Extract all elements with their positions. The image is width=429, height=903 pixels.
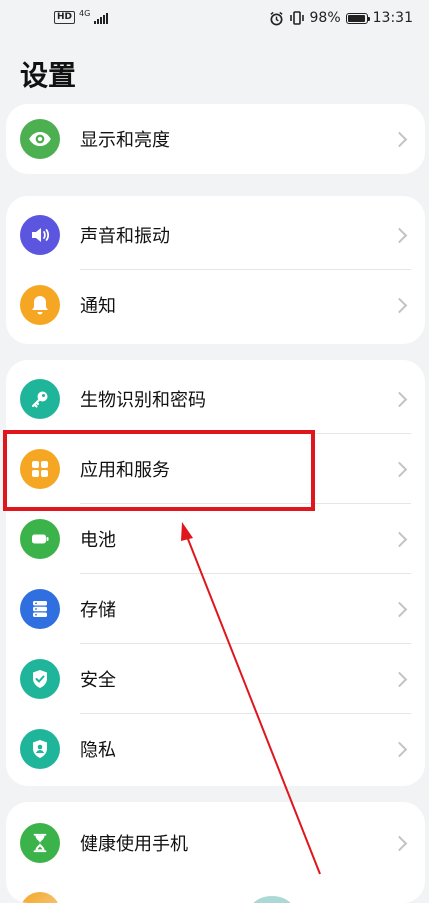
setting-label: 通知 <box>80 296 116 317</box>
settings-group-health: 健康使用手机 <box>6 802 425 903</box>
chevron-right-icon <box>391 461 408 477</box>
setting-item-battery[interactable]: 电池 <box>6 504 425 574</box>
setting-label: 存储 <box>80 600 116 621</box>
chevron-right-icon <box>391 835 408 851</box>
network-type: 4G <box>79 9 91 18</box>
privacy-icon <box>20 729 60 769</box>
partial-next-item-icon <box>20 892 60 903</box>
settings-group-display: 显示和亮度 <box>6 104 425 174</box>
setting-label: 隐私 <box>80 740 116 761</box>
bell-icon <box>20 285 60 325</box>
setting-label: 显示和亮度 <box>80 130 170 151</box>
eye-icon <box>20 119 60 159</box>
chevron-right-icon <box>391 297 408 313</box>
setting-label: 电池 <box>80 530 116 551</box>
speaker-icon <box>20 215 60 255</box>
status-left: HD 4G <box>54 9 109 24</box>
chevron-right-icon <box>391 741 408 757</box>
setting-item-display-brightness[interactable]: 显示和亮度 <box>6 104 425 174</box>
chevron-right-icon <box>391 671 408 687</box>
battery-icon <box>345 12 370 24</box>
storage-icon <box>20 589 60 629</box>
partial-next-item-graphic <box>250 896 294 903</box>
chevron-right-icon <box>391 531 408 547</box>
hourglass-icon <box>20 823 60 863</box>
setting-label: 健康使用手机 <box>80 834 188 855</box>
clock: 13:31 <box>372 10 413 26</box>
chevron-right-icon <box>391 601 408 617</box>
battery-icon <box>20 519 60 559</box>
chevron-right-icon <box>391 391 408 407</box>
shield-check-icon <box>20 659 60 699</box>
settings-group-sound: 声音和振动 通知 <box>6 196 425 344</box>
settings-group-apps-security: 生物识别和密码 应用和服务 电池 存储 安全 隐私 <box>6 360 425 786</box>
setting-item-digital-balance[interactable]: 健康使用手机 <box>6 808 425 878</box>
chevron-right-icon <box>391 227 408 243</box>
hd-indicator: HD <box>54 11 76 24</box>
status-bar: HD 4G 98% 13:31 <box>0 0 429 40</box>
signal-icon <box>94 12 109 24</box>
setting-label: 生物识别和密码 <box>80 390 206 411</box>
alarm-icon <box>269 11 283 25</box>
setting-item-notifications[interactable]: 通知 <box>6 270 425 340</box>
setting-label: 安全 <box>80 670 116 691</box>
page-title: 设置 <box>20 59 77 92</box>
status-right: 98% 13:31 <box>269 10 413 26</box>
setting-item-privacy[interactable]: 隐私 <box>6 714 425 784</box>
chevron-right-icon <box>391 131 408 147</box>
vibrate-icon <box>289 11 304 25</box>
setting-item-security[interactable]: 安全 <box>6 644 425 714</box>
setting-item-sound-vibration[interactable]: 声音和振动 <box>6 200 425 270</box>
key-icon <box>20 379 60 419</box>
highlight-annotation <box>3 430 315 511</box>
battery-percent: 98% <box>309 10 341 26</box>
setting-item-storage[interactable]: 存储 <box>6 574 425 644</box>
setting-label: 声音和振动 <box>80 226 170 247</box>
setting-item-biometrics-password[interactable]: 生物识别和密码 <box>6 364 425 434</box>
